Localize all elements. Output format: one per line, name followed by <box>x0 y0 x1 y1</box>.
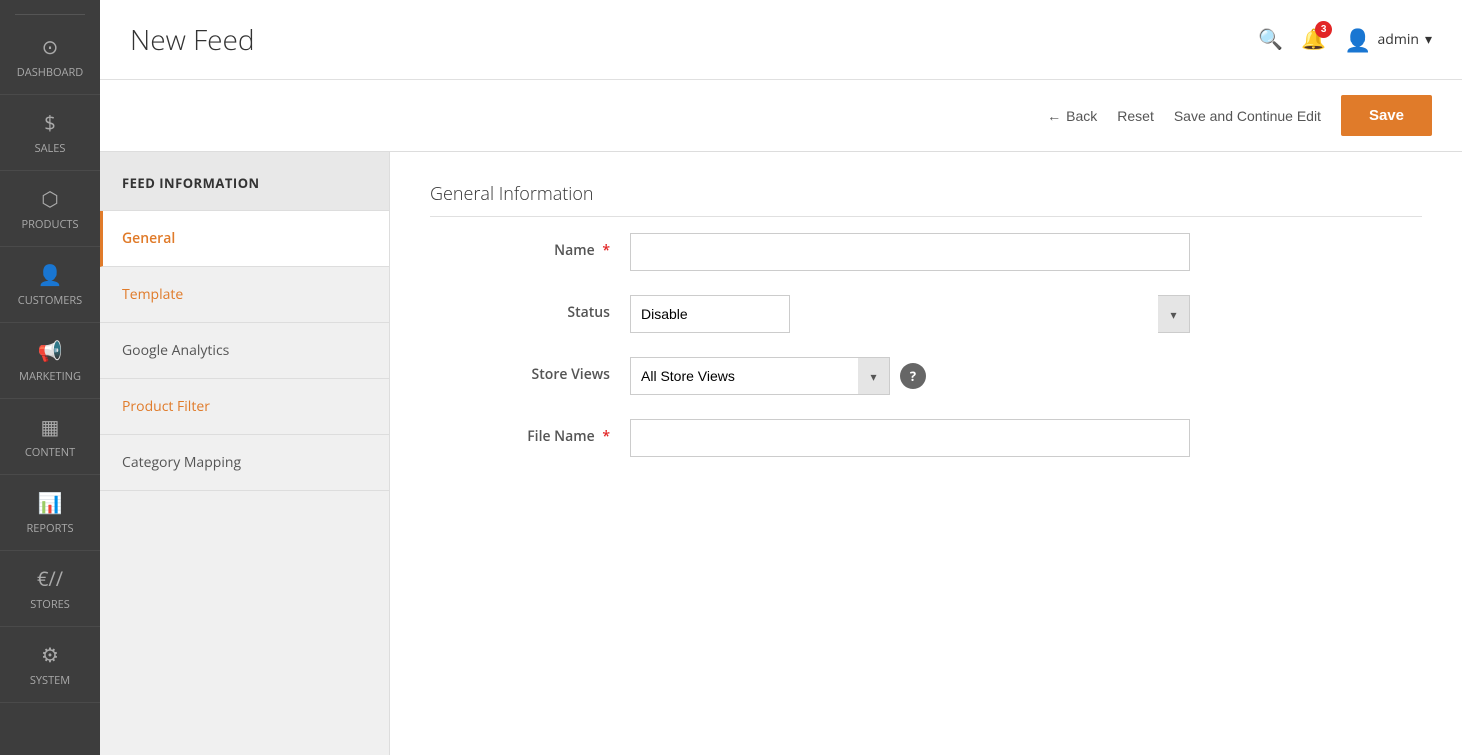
back-label: Back <box>1066 108 1097 124</box>
left-nav-item-general[interactable]: General <box>100 211 389 267</box>
form-section-title: General Information <box>430 182 1422 217</box>
notification-badge: 3 <box>1315 21 1332 38</box>
sidebar-item-marketing[interactable]: 📢 MARKETING <box>0 323 100 399</box>
sidebar-item-products[interactable]: ⬡ PRODUCTS <box>0 171 100 247</box>
store-select-container: All Store Views ▾ <box>630 357 890 395</box>
left-nav-item-label: Category Mapping <box>122 453 241 472</box>
status-label: Status <box>430 295 630 322</box>
store-views-field-row: Store Views All Store Views ▾ ? <box>430 357 1422 395</box>
left-nav-item-label: Google Analytics <box>122 341 229 360</box>
chevron-down-icon: ▾ <box>1425 30 1432 49</box>
store-views-select[interactable]: All Store Views <box>630 357 890 395</box>
sidebar-item-reports[interactable]: 📊 REPORTS <box>0 475 100 551</box>
content-layout: FEED INFORMATION General Template Google… <box>100 152 1462 755</box>
main-area: New Feed 🔍 🔔 3 👤 admin ▾ ← Back Reset <box>100 0 1462 755</box>
left-nav-item-template[interactable]: Template <box>100 267 389 323</box>
notification-button[interactable]: 🔔 3 <box>1301 27 1326 52</box>
marketing-icon: 📢 <box>38 337 63 364</box>
left-nav-item-product-filter[interactable]: Product Filter <box>100 379 389 435</box>
status-select[interactable]: Disable Enable <box>630 295 790 333</box>
sidebar-item-label: REPORTS <box>27 521 74 536</box>
save-continue-label: Save and Continue Edit <box>1174 108 1321 124</box>
store-views-field: All Store Views ▾ ? <box>630 357 1190 395</box>
header-actions: 🔍 🔔 3 👤 admin ▾ <box>1258 25 1432 55</box>
sidebar-item-label: CONTENT <box>25 445 75 460</box>
left-nav-item-label: Template <box>122 285 183 304</box>
sidebar-item-sales[interactable]: $ SALES <box>0 95 100 171</box>
back-arrow-icon: ← <box>1047 108 1061 124</box>
status-select-arrow: ▾ <box>1158 295 1190 333</box>
reset-label: Reset <box>1117 108 1154 124</box>
name-field <box>630 233 1190 271</box>
action-bar: ← Back Reset Save and Continue Edit Save <box>100 80 1462 152</box>
reset-button[interactable]: Reset <box>1117 108 1154 124</box>
left-nav-item-category-mapping[interactable]: Category Mapping <box>100 435 389 491</box>
save-continue-button[interactable]: Save and Continue Edit <box>1174 108 1321 124</box>
content-icon: ▦ <box>41 413 60 440</box>
sidebar-item-label: PRODUCTS <box>22 217 79 232</box>
sidebar-item-system[interactable]: ⚙ SYSTEM <box>0 627 100 703</box>
search-button[interactable]: 🔍 <box>1258 27 1283 52</box>
left-nav-item-google-analytics[interactable]: Google Analytics <box>100 323 389 379</box>
name-field-row: Name * <box>430 233 1422 271</box>
dashboard-icon: ⊙ <box>42 33 59 60</box>
stores-icon: €// <box>37 565 63 592</box>
file-name-label: File Name * <box>430 419 630 446</box>
back-button[interactable]: ← Back <box>1047 108 1097 124</box>
sidebar-item-label: CUSTOMERS <box>18 293 82 308</box>
file-name-input[interactable] <box>630 419 1190 457</box>
file-name-field <box>630 419 1190 457</box>
status-field-row: Status Disable Enable ▾ <box>430 295 1422 333</box>
sidebar: ⊙ DASHBOARD $ SALES ⬡ PRODUCTS 👤 CUSTOME… <box>0 0 100 755</box>
name-input[interactable] <box>630 233 1190 271</box>
left-nav-section-title: FEED INFORMATION <box>100 152 389 211</box>
name-label: Name * <box>430 233 630 260</box>
status-select-wrap: Disable Enable ▾ <box>630 295 1190 333</box>
sidebar-item-customers[interactable]: 👤 CUSTOMERS <box>0 247 100 323</box>
file-name-field-row: File Name * <box>430 419 1422 457</box>
store-views-help-icon[interactable]: ? <box>900 363 926 389</box>
avatar-icon: 👤 <box>1344 25 1371 55</box>
customers-icon: 👤 <box>38 261 63 288</box>
sidebar-item-label: STORES <box>30 597 70 612</box>
admin-label: admin <box>1378 30 1419 49</box>
form-area: General Information Name * Status <box>390 152 1462 755</box>
system-icon: ⚙ <box>41 641 59 668</box>
reports-icon: 📊 <box>38 489 63 516</box>
sidebar-item-label: SALES <box>35 141 66 156</box>
sidebar-item-content[interactable]: ▦ CONTENT <box>0 399 100 475</box>
store-views-select-wrap: All Store Views ▾ ? <box>630 357 1190 395</box>
sales-icon: $ <box>44 109 55 136</box>
save-button[interactable]: Save <box>1341 95 1432 136</box>
left-nav-item-label: General <box>122 229 175 248</box>
search-icon: 🔍 <box>1258 29 1283 51</box>
sidebar-item-stores[interactable]: €// STORES <box>0 551 100 627</box>
sidebar-item-label: MARKETING <box>19 369 81 384</box>
left-nav-item-label: Product Filter <box>122 397 210 416</box>
sidebar-item-label: SYSTEM <box>30 673 70 688</box>
store-views-label: Store Views <box>430 357 630 384</box>
admin-user-menu[interactable]: 👤 admin ▾ <box>1344 25 1432 55</box>
page-title: New Feed <box>130 21 255 59</box>
top-header: New Feed 🔍 🔔 3 👤 admin ▾ <box>100 0 1462 80</box>
save-label: Save <box>1369 107 1404 124</box>
left-nav: FEED INFORMATION General Template Google… <box>100 152 390 755</box>
file-name-required-star: * <box>602 427 610 446</box>
name-required-star: * <box>602 241 610 260</box>
status-field: Disable Enable ▾ <box>630 295 1190 333</box>
sidebar-item-dashboard[interactable]: ⊙ DASHBOARD <box>0 19 100 95</box>
products-icon: ⬡ <box>41 185 58 212</box>
sidebar-item-label: DASHBOARD <box>17 65 83 80</box>
